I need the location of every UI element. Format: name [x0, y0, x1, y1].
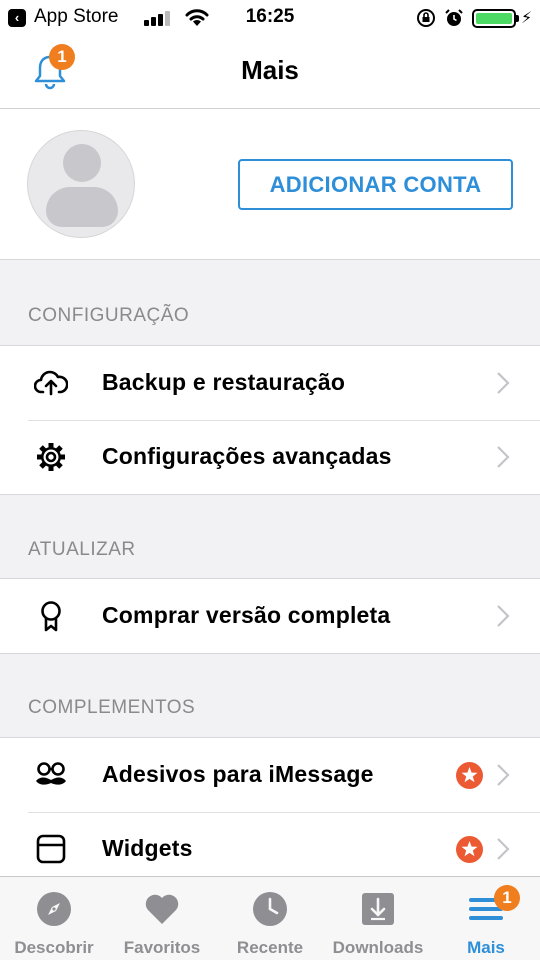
tab-bar: Descobrir Favoritos Recente Downloads 1 …: [0, 876, 540, 960]
mustache-glasses-icon: [36, 762, 66, 785]
battery-icon: [472, 9, 516, 28]
avatar-head: [63, 144, 101, 182]
rotation-lock-icon: [417, 9, 435, 27]
tab-downloads[interactable]: Downloads: [324, 877, 432, 960]
tab-label: Recente: [236, 938, 304, 957]
battery-tip: [516, 15, 519, 22]
compass-icon: [37, 892, 71, 926]
alarm-icon: [445, 9, 463, 26]
config-group: Backup e restauração Configurações avanç…: [0, 345, 540, 495]
tab-favorites[interactable]: Favoritos: [108, 877, 216, 960]
gear-icon: [37, 443, 65, 471]
tab-label: Favoritos: [123, 938, 201, 957]
chevron-right-icon: [497, 446, 510, 468]
list-item-backup[interactable]: Backup e restauração: [0, 346, 540, 420]
list-item-label: Comprar versão completa: [102, 602, 391, 628]
section-header-update: ATUALIZAR: [28, 539, 136, 560]
chevron-right-icon: [497, 838, 510, 860]
avatar[interactable]: [27, 130, 135, 238]
section-header-addons: COMPLEMENTOS: [28, 697, 196, 718]
list-item-widgets[interactable]: Widgets: [0, 812, 540, 886]
section-header-config: CONFIGURAÇÃO: [28, 305, 190, 326]
addons-group: Adesivos para iMessage Widgets: [0, 737, 540, 886]
tab-badge: 1: [494, 885, 520, 911]
chevron-right-icon: [497, 372, 510, 394]
ribbon-award-icon: [41, 601, 61, 632]
list-item-label: Adesivos para iMessage: [102, 761, 374, 787]
list-item-imessage-stickers[interactable]: Adesivos para iMessage: [0, 738, 540, 812]
navigation-bar: 1 Mais: [0, 36, 540, 109]
tab-label: Downloads: [332, 938, 424, 957]
chevron-right-icon: [497, 764, 510, 786]
cloud-upload-icon: [34, 370, 68, 396]
tab-discover[interactable]: Descobrir: [0, 877, 108, 960]
clock-icon: [253, 892, 287, 926]
update-group: Comprar versão completa: [0, 578, 540, 654]
list-item-label: Configurações avançadas: [102, 443, 392, 469]
widget-icon: [36, 834, 66, 864]
heart-icon: [145, 894, 179, 924]
download-icon: [362, 893, 394, 925]
tab-recent[interactable]: Recente: [216, 877, 324, 960]
add-account-button[interactable]: ADICIONAR CONTA: [238, 159, 513, 210]
premium-star-icon: [456, 762, 483, 789]
premium-star-icon: [456, 836, 483, 863]
chevron-right-icon: [497, 605, 510, 627]
status-bar: ‹ App Store 16:25 ⚡: [0, 0, 540, 36]
list-item-label: Widgets: [102, 835, 193, 861]
account-section: ADICIONAR CONTA: [0, 109, 540, 260]
tab-more[interactable]: 1 Mais: [432, 877, 540, 960]
tab-label: Descobrir: [14, 938, 94, 957]
list-item-label: Backup e restauração: [102, 369, 346, 395]
page-title: Mais: [241, 55, 299, 85]
list-item-buy-full-version[interactable]: Comprar versão completa: [0, 579, 540, 653]
tab-label: Mais: [467, 938, 505, 957]
avatar-body: [46, 187, 118, 227]
charging-bolt-icon: ⚡: [521, 10, 533, 27]
list-item-advanced-settings[interactable]: Configurações avançadas: [0, 420, 540, 494]
